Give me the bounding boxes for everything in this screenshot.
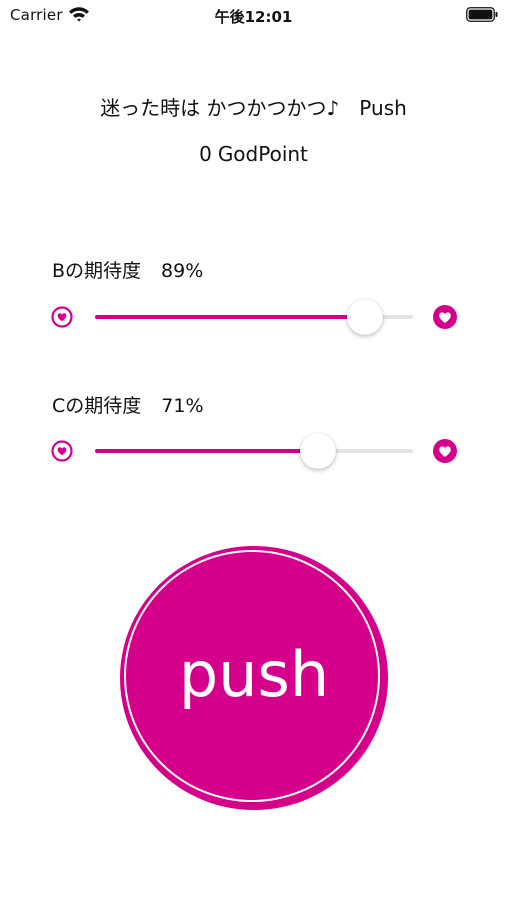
slider-thumb[interactable]: [347, 299, 384, 335]
expectation-c-percent: 71%: [161, 395, 204, 417]
heart-outline-icon: [51, 440, 73, 462]
status-bar: Carrier 午後12:01: [0, 0, 507, 34]
push-button[interactable]: [120, 546, 388, 810]
slider-fill: [95, 449, 318, 453]
expectation-b-slider[interactable]: [0, 297, 507, 337]
expectation-b-percent: 89%: [161, 260, 204, 282]
slider-track[interactable]: [95, 449, 413, 453]
slider-thumb[interactable]: [299, 433, 336, 469]
push-button-container: push: [120, 546, 388, 810]
heart-filled-icon: [433, 439, 457, 463]
godpoint-display: 0 GodPoint: [0, 142, 507, 166]
expectation-b-label-row: Bの期待度 89%: [52, 256, 203, 283]
expectation-c-slider[interactable]: [0, 431, 507, 471]
expectation-c-label-row: Cの期待度 71%: [52, 391, 204, 418]
expectation-b-label: Bの期待度: [52, 260, 142, 282]
heart-filled-icon: [433, 305, 457, 329]
heart-outline-icon: [51, 306, 73, 328]
slider-fill: [95, 315, 366, 319]
godpoint-label: GodPoint: [217, 142, 308, 166]
battery-icon: [466, 7, 498, 22]
expectation-c-label: Cの期待度: [52, 395, 142, 417]
subtitle-text: 迷った時は かつかつかつ♪ Push: [100, 96, 407, 120]
status-time: 午後12:01: [214, 8, 293, 26]
godpoint-value: 0: [199, 142, 212, 166]
